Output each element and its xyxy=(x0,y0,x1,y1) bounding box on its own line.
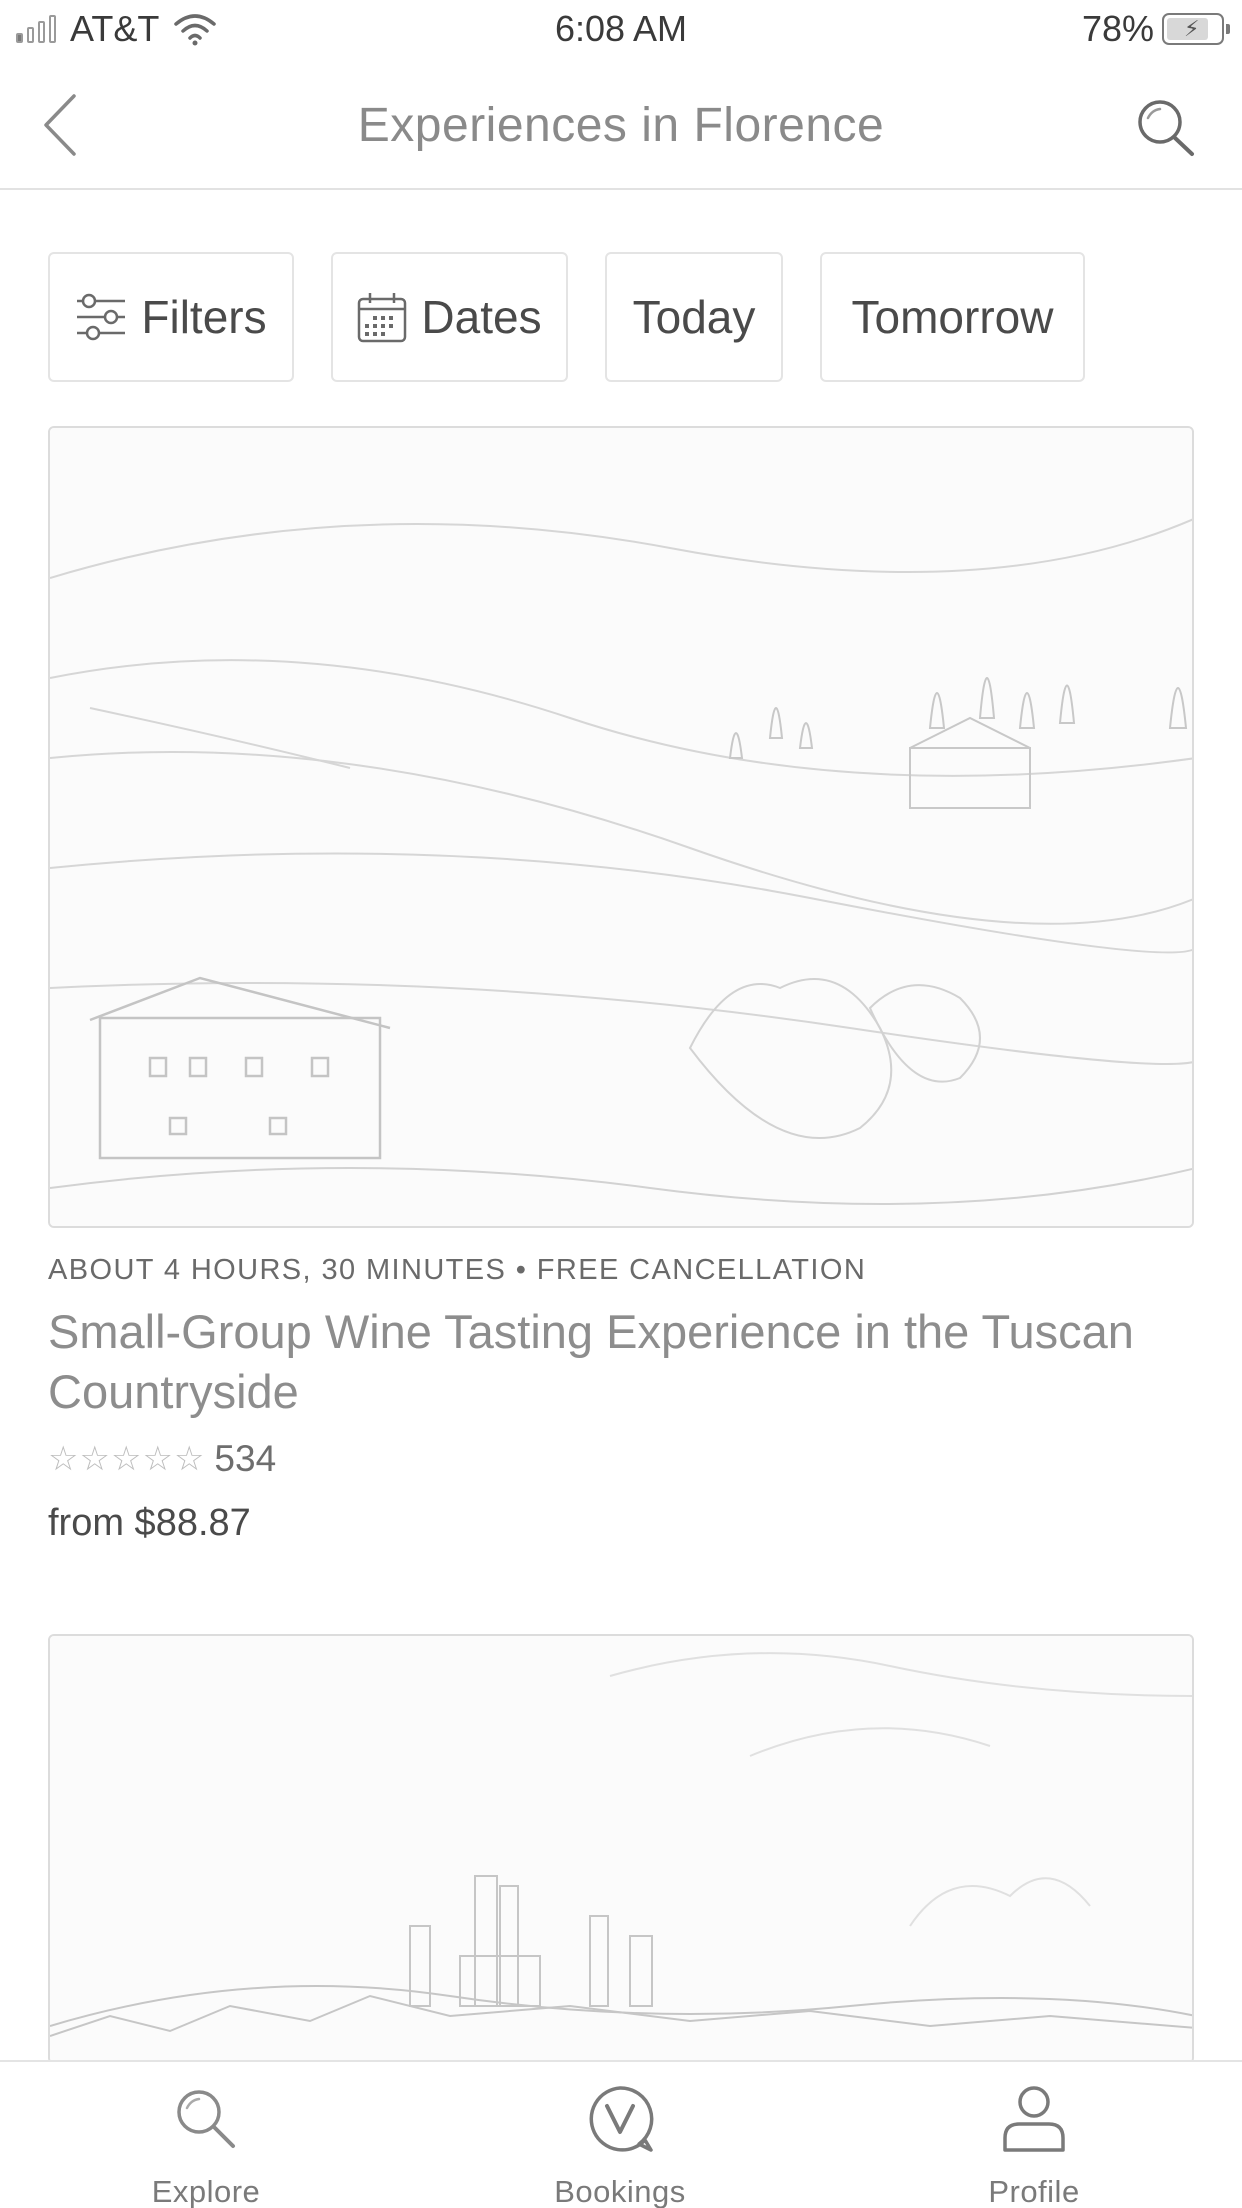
tab-profile-label: Profile xyxy=(988,2174,1080,2208)
rating-stars-icon: ☆ ☆ ☆ ☆ ☆ xyxy=(48,1440,205,1478)
charging-bolt-icon: ⚡ xyxy=(1184,16,1200,41)
tomorrow-label: Tomorrow xyxy=(851,291,1054,343)
status-right: 78% ⚡ xyxy=(1081,8,1230,50)
sliders-icon xyxy=(77,293,126,341)
nav-bar: Experiences in Florence xyxy=(0,66,1242,190)
filters-label: Filters xyxy=(141,291,267,343)
tuscan-countryside-photo[interactable] xyxy=(48,426,1194,1228)
page-title: Experiences in Florence xyxy=(357,99,885,152)
review-count: 534 xyxy=(214,1438,277,1479)
status-time: 6:08 AM xyxy=(554,8,688,49)
tab-bar: Explore Bookings Profile xyxy=(0,2060,1242,2208)
calendar-icon xyxy=(358,293,407,343)
search-icon xyxy=(177,2090,235,2148)
tab-explore-label: Explore xyxy=(151,2174,261,2208)
tab-bookings-label: Bookings xyxy=(554,2174,686,2208)
tab-profile[interactable]: Profile xyxy=(884,2062,1184,2208)
listing-price: from $88.87 xyxy=(48,1502,251,1544)
dates-label: Dates xyxy=(421,291,542,343)
search-button[interactable] xyxy=(1134,96,1198,160)
bookings-v-icon xyxy=(589,2086,654,2152)
battery-percent: 78% xyxy=(1081,8,1154,49)
skyline-illustration xyxy=(50,1636,1192,2062)
listing-meta: ABOUT 4 HOURS, 30 MINUTES • FREE CANCELL… xyxy=(48,1254,867,1286)
status-bar: AT&T 6:08 AM 78% ⚡ xyxy=(0,0,1242,58)
search-icon xyxy=(1138,100,1194,156)
countryside-illustration xyxy=(50,428,1192,1226)
battery-charging-icon: ⚡ xyxy=(1162,13,1230,45)
today-button[interactable]: Today xyxy=(605,252,783,382)
person-icon xyxy=(1003,2086,1065,2152)
dates-button[interactable]: Dates xyxy=(331,252,568,382)
tab-bookings[interactable]: Bookings xyxy=(470,2062,770,2208)
hill-town-skyline-photo[interactable] xyxy=(48,1634,1194,2064)
tab-explore[interactable]: Explore xyxy=(56,2062,356,2208)
filters-button[interactable]: Filters xyxy=(48,252,294,382)
tomorrow-button[interactable]: Tomorrow xyxy=(820,252,1085,382)
today-label: Today xyxy=(632,291,756,343)
listing-rating: ☆ ☆ ☆ ☆ ☆ 534 xyxy=(48,1438,276,1480)
page: AT&T 6:08 AM 78% ⚡ Experiences in Floren… xyxy=(0,0,1242,2208)
listing-title[interactable]: Small-Group Wine Tasting Experience in t… xyxy=(48,1302,1168,1422)
